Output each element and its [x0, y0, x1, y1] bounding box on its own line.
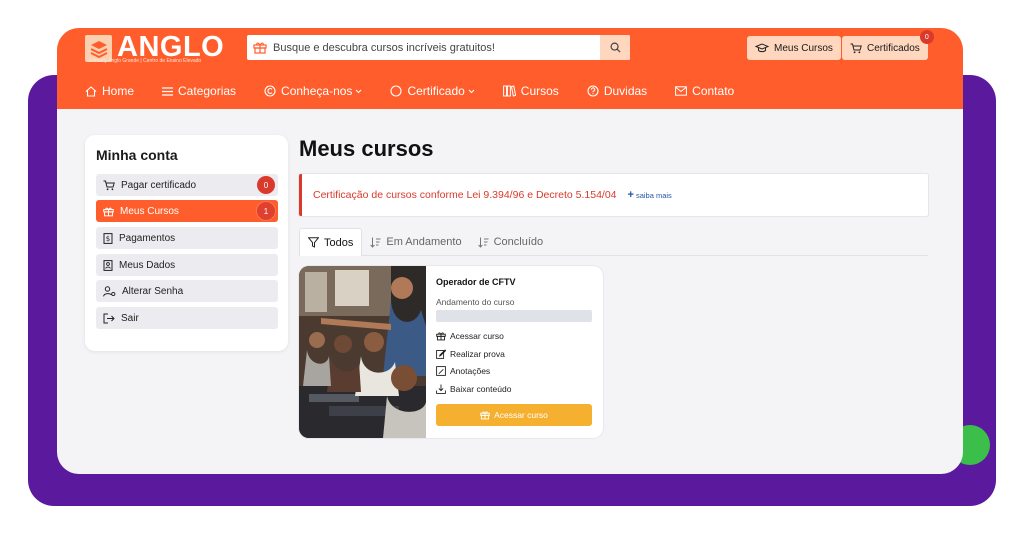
gift-icon [480, 411, 490, 420]
id-card-icon [103, 259, 113, 271]
sort-icon [370, 237, 381, 248]
search-input[interactable] [273, 36, 598, 59]
notes-label: Anotações [450, 366, 491, 376]
course-filter-tabs: Todos Em Andamento Concluído [299, 228, 928, 256]
nav-about-label: Conheça-nos [281, 84, 353, 98]
notes-link[interactable]: Anotações [436, 366, 490, 376]
access-course-button-label: Acessar curso [494, 410, 548, 420]
take-exam-label: Realizar prova [450, 349, 505, 359]
cart-icon [103, 180, 115, 190]
download-content-label: Baixar conteúdo [450, 384, 512, 394]
course-title: Operador de CFTV [436, 277, 516, 287]
learn-more-label: saiba mais [635, 190, 672, 200]
my-courses-badge: 1 [257, 202, 275, 220]
course-thumbnail[interactable] [299, 266, 426, 438]
access-course-button[interactable]: Acessar curso [436, 404, 592, 426]
nav-courses-label: Cursos [520, 84, 559, 98]
sidebar-title: Minha conta [96, 147, 178, 163]
logout-icon [103, 313, 115, 323]
user-key-icon [103, 285, 116, 297]
tab-completed[interactable]: Concluído [470, 228, 552, 256]
nav-contact-label: Contato [692, 84, 735, 98]
certificates-label: Certificados [867, 42, 920, 54]
tab-all[interactable]: Todos [299, 228, 363, 256]
access-course-link[interactable]: Acessar curso [436, 331, 504, 341]
take-exam-link[interactable]: Realizar prova [436, 349, 505, 359]
download-content-link[interactable]: Baixar conteúdo [436, 384, 511, 394]
pay-certificate-badge: 0 [257, 176, 275, 194]
nav-questions[interactable]: Duvidas [587, 84, 647, 98]
nav-questions-label: Duvidas [603, 84, 648, 98]
main-nav: Home Categorias Conheça-nos Certificado [85, 81, 762, 101]
nav-home-label: Home [102, 84, 135, 98]
sidebar-item-label: Pagamentos [119, 232, 176, 244]
chevron-down-icon [356, 89, 362, 93]
page-title: Meus cursos [299, 136, 434, 161]
menu-icon [162, 86, 174, 96]
nav-certificate[interactable]: Certificado [390, 84, 475, 98]
account-sidebar: Minha conta Pagar certificado 0 Meus Cur… [85, 135, 288, 351]
learn-more-link[interactable]: + saiba mais [628, 189, 672, 201]
question-icon [587, 85, 599, 97]
search-bar [247, 35, 630, 60]
sidebar-item-label: Pagar certificado [121, 179, 197, 191]
sort-icon [477, 237, 489, 248]
nav-categories[interactable]: Categorias [162, 84, 236, 98]
mail-icon [675, 86, 688, 96]
nav-categories-label: Categorias [178, 84, 237, 98]
progress-label: Andamento do curso [436, 297, 515, 307]
sidebar-item-label: Alterar Senha [122, 285, 184, 297]
plus-icon: + [627, 189, 634, 201]
svg-text:$: $ [106, 235, 110, 243]
sidebar-item-label: Sair [121, 312, 139, 324]
certification-notice-text: Certificação de cursos conforme Lei 9.39… [313, 189, 617, 201]
filter-icon [308, 237, 319, 248]
nav-courses[interactable]: Cursos [502, 84, 559, 98]
cart-icon [850, 43, 862, 53]
sidebar-item-my-data[interactable]: Meus Dados [96, 254, 278, 276]
browser-window: ANGLO Ebrasfly Anglo Grande | Centro de … [57, 28, 963, 474]
course-progress-bar [436, 310, 592, 322]
tab-all-label: Todos [324, 236, 354, 249]
copyright-icon [264, 85, 276, 97]
circle-icon [390, 85, 402, 97]
gift-icon [103, 207, 114, 216]
edit-icon [436, 349, 446, 359]
sidebar-item-my-courses[interactable]: Meus Cursos 1 [96, 200, 278, 222]
gift-icon [436, 332, 446, 341]
download-icon [436, 384, 446, 394]
sidebar-item-change-password[interactable]: Alterar Senha [96, 280, 278, 302]
logo-tagline: Ebrasfly Anglo Grande | Centro de Ensino… [89, 58, 202, 64]
certificates-count-badge: 0 [919, 30, 934, 44]
nav-about[interactable]: Conheça-nos [264, 84, 362, 98]
sidebar-item-payments[interactable]: $ Pagamentos [96, 227, 278, 249]
tab-in-progress-label: Em Andamento [386, 236, 462, 248]
note-icon [436, 366, 446, 376]
sidebar-item-pay-certificate[interactable]: Pagar certificado 0 [96, 174, 278, 196]
graduation-cap-icon [755, 43, 769, 53]
sidebar-item-label: Meus Dados [119, 259, 176, 271]
chevron-down-icon [468, 89, 475, 93]
gift-icon [247, 41, 273, 54]
my-courses-button[interactable]: Meus Cursos [747, 36, 841, 60]
sidebar-item-logout[interactable]: Sair [96, 307, 278, 329]
home-icon [85, 85, 97, 97]
screenshot-stage: ANGLO Ebrasfly Anglo Grande | Centro de … [0, 0, 1024, 536]
search-icon [610, 42, 621, 53]
certificates-button[interactable]: Certificados 0 [842, 30, 934, 60]
nav-home[interactable]: Home [85, 84, 134, 98]
header-bar: ANGLO Ebrasfly Anglo Grande | Centro de … [57, 28, 963, 109]
course-card: Operador de CFTV Andamento do curso Aces… [299, 266, 603, 438]
sidebar-item-label: Meus Cursos [120, 205, 179, 217]
tab-completed-label: Concluído [493, 236, 544, 248]
books-icon [502, 85, 516, 97]
access-course-label: Acessar curso [450, 331, 504, 341]
my-courses-label: Meus Cursos [774, 42, 833, 54]
tab-in-progress[interactable]: Em Andamento [362, 228, 469, 256]
nav-certificate-label: Certificado [407, 84, 465, 98]
search-button[interactable] [600, 35, 630, 60]
receipt-icon: $ [103, 232, 113, 244]
nav-contact[interactable]: Contato [675, 84, 734, 98]
certification-notice: Certificação de cursos conforme Lei 9.39… [299, 174, 928, 216]
